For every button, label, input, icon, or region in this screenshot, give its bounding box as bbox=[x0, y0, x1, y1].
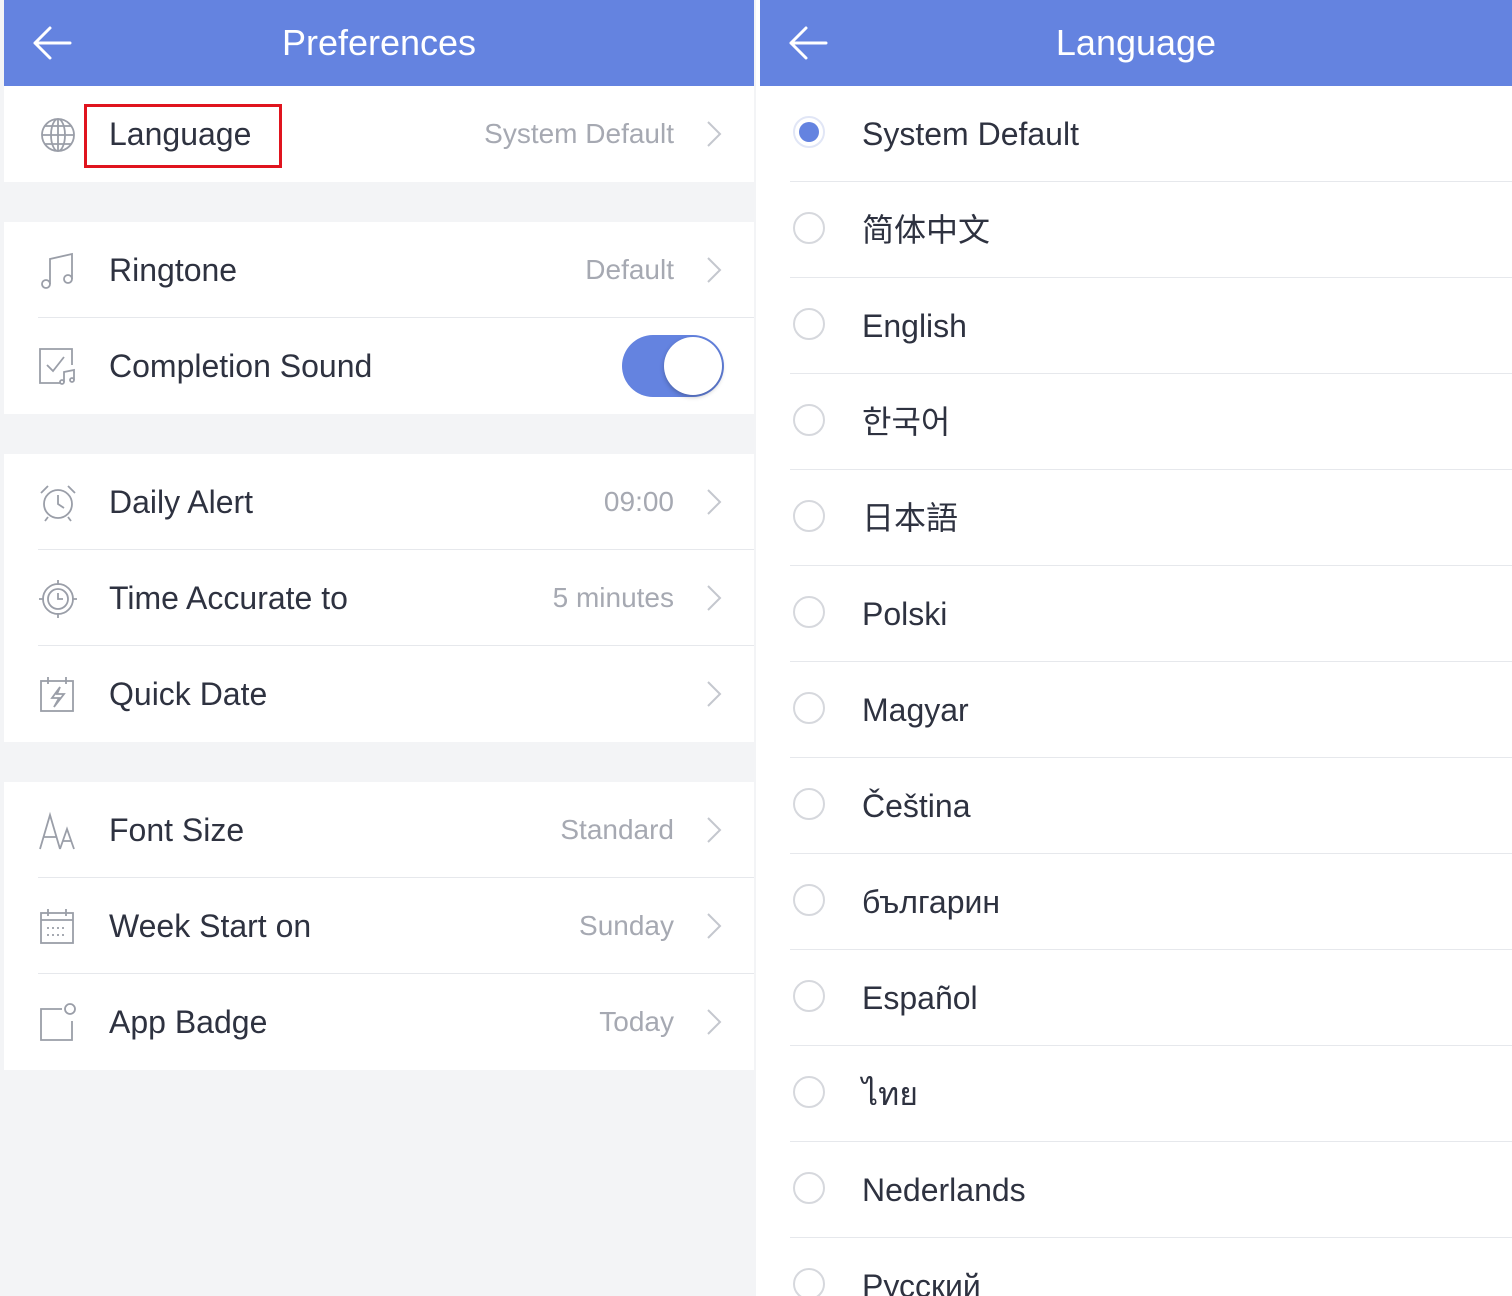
language-option-label: English bbox=[862, 308, 967, 344]
language-option-label: Čeština bbox=[862, 788, 971, 824]
music-note-icon bbox=[41, 252, 73, 289]
completion-sound-toggle[interactable] bbox=[622, 335, 724, 397]
preferences-screen: Preferences Language System Default Ring… bbox=[0, 0, 756, 1296]
radio-button[interactable] bbox=[793, 404, 825, 436]
language-list: System Default 简体中文 English 한국어 日本語 Pols… bbox=[790, 86, 1512, 1296]
radio-button[interactable] bbox=[793, 692, 825, 724]
radio-button[interactable] bbox=[793, 1076, 825, 1108]
font-size-value: Standard bbox=[560, 814, 674, 845]
page-title: Language bbox=[1055, 22, 1217, 63]
language-option[interactable]: Polski bbox=[790, 566, 1512, 662]
radio-button[interactable] bbox=[793, 212, 825, 244]
app-badge-value: Today bbox=[599, 1006, 674, 1037]
language-option-label: System Default bbox=[862, 116, 1079, 152]
daily-alert-value: 09:00 bbox=[603, 486, 674, 517]
language-option[interactable]: Español bbox=[790, 950, 1512, 1046]
sound-group: Ringtone Default Completion Sound bbox=[4, 222, 754, 414]
radio-button[interactable] bbox=[793, 308, 825, 340]
chevron-right-icon bbox=[707, 489, 722, 515]
time-group: Daily Alert 09:00 Time Accurate to 5 min… bbox=[4, 454, 754, 742]
radio-button[interactable] bbox=[793, 116, 825, 148]
back-arrow-icon[interactable] bbox=[788, 25, 828, 61]
radio-button[interactable] bbox=[793, 788, 825, 820]
font-size-icon bbox=[39, 811, 75, 850]
daily-alert-row[interactable]: Daily Alert 09:00 bbox=[4, 454, 754, 550]
language-group: Language System Default bbox=[4, 86, 754, 182]
badge-icon bbox=[40, 1003, 76, 1041]
language-option-label: 日本語 bbox=[862, 500, 959, 536]
language-option-label: Русский bbox=[862, 1268, 981, 1296]
week-start-value: Sunday bbox=[579, 910, 674, 941]
completion-sound-row: Completion Sound bbox=[4, 318, 754, 414]
chevron-right-icon bbox=[707, 585, 722, 611]
preferences-header: Preferences bbox=[4, 0, 754, 86]
time-accurate-row[interactable]: Time Accurate to 5 minutes bbox=[4, 550, 754, 646]
language-option-label: 简体中文 bbox=[862, 212, 991, 248]
check-sound-icon bbox=[39, 348, 75, 385]
language-option-label: Polski bbox=[862, 596, 948, 632]
calendar-bolt-icon bbox=[40, 677, 74, 712]
language-option[interactable]: 한국어 bbox=[790, 374, 1512, 470]
chevron-right-icon bbox=[707, 817, 722, 843]
calendar-week-icon bbox=[40, 909, 74, 944]
language-option[interactable]: Magyar bbox=[790, 662, 1512, 758]
globe-icon bbox=[41, 118, 75, 152]
language-option[interactable]: Русский bbox=[790, 1238, 1512, 1296]
language-screen: Language System Default 简体中文 English 한국어… bbox=[756, 0, 1512, 1296]
toggle-knob bbox=[664, 337, 722, 395]
radio-button[interactable] bbox=[793, 500, 825, 532]
language-option[interactable]: System Default bbox=[790, 86, 1512, 182]
app-badge-row[interactable]: App Badge Today bbox=[4, 974, 754, 1070]
highlight-annotation bbox=[84, 104, 282, 168]
chevron-right-icon bbox=[707, 681, 722, 707]
completion-sound-label: Completion Sound bbox=[109, 348, 373, 384]
radio-button[interactable] bbox=[793, 1268, 825, 1296]
language-header: Language bbox=[760, 0, 1512, 86]
language-option[interactable]: Nederlands bbox=[790, 1142, 1512, 1238]
chevron-right-icon bbox=[707, 257, 722, 283]
time-accurate-label: Time Accurate to bbox=[109, 580, 348, 616]
language-option[interactable]: българин bbox=[790, 854, 1512, 950]
font-size-row[interactable]: Font Size Standard bbox=[4, 782, 754, 878]
back-arrow-icon[interactable] bbox=[32, 25, 72, 61]
time-accurate-value: 5 minutes bbox=[552, 582, 674, 613]
language-option[interactable]: English bbox=[790, 278, 1512, 374]
week-start-label: Week Start on bbox=[109, 908, 312, 944]
chevron-right-icon bbox=[707, 1009, 722, 1035]
language-option-label: българин bbox=[862, 884, 1001, 920]
radio-button[interactable] bbox=[793, 884, 825, 916]
language-option[interactable]: ไทย bbox=[790, 1046, 1512, 1142]
chevron-right-icon bbox=[707, 121, 722, 147]
language-option-label: Español bbox=[862, 980, 978, 1016]
language-row[interactable]: Language System Default bbox=[4, 86, 754, 182]
quick-date-row[interactable]: Quick Date bbox=[4, 646, 754, 742]
alarm-clock-icon bbox=[40, 485, 76, 522]
target-clock-icon bbox=[39, 580, 77, 618]
language-option-label: 한국어 bbox=[862, 404, 951, 440]
radio-button[interactable] bbox=[793, 1172, 825, 1204]
chevron-right-icon bbox=[707, 913, 722, 939]
app-badge-label: App Badge bbox=[109, 1004, 268, 1040]
radio-button[interactable] bbox=[793, 596, 825, 628]
language-option-label: ไทย bbox=[862, 1076, 918, 1112]
ringtone-value: Default bbox=[585, 254, 674, 285]
week-start-row[interactable]: Week Start on Sunday bbox=[4, 878, 754, 974]
language-option[interactable]: 简体中文 bbox=[790, 182, 1512, 278]
language-option-label: Magyar bbox=[862, 692, 969, 728]
language-option[interactable]: Čeština bbox=[790, 758, 1512, 854]
display-group: Font Size Standard Week Start on Sunday bbox=[4, 782, 754, 1070]
font-size-label: Font Size bbox=[109, 812, 245, 848]
ringtone-row[interactable]: Ringtone Default bbox=[4, 222, 754, 318]
radio-button[interactable] bbox=[793, 980, 825, 1012]
daily-alert-label: Daily Alert bbox=[109, 484, 254, 520]
ringtone-label: Ringtone bbox=[109, 252, 238, 288]
language-option[interactable]: 日本語 bbox=[790, 470, 1512, 566]
quick-date-label: Quick Date bbox=[109, 676, 268, 712]
page-title: Preferences bbox=[281, 22, 477, 63]
language-value: System Default bbox=[484, 118, 674, 149]
language-option-label: Nederlands bbox=[862, 1172, 1026, 1208]
